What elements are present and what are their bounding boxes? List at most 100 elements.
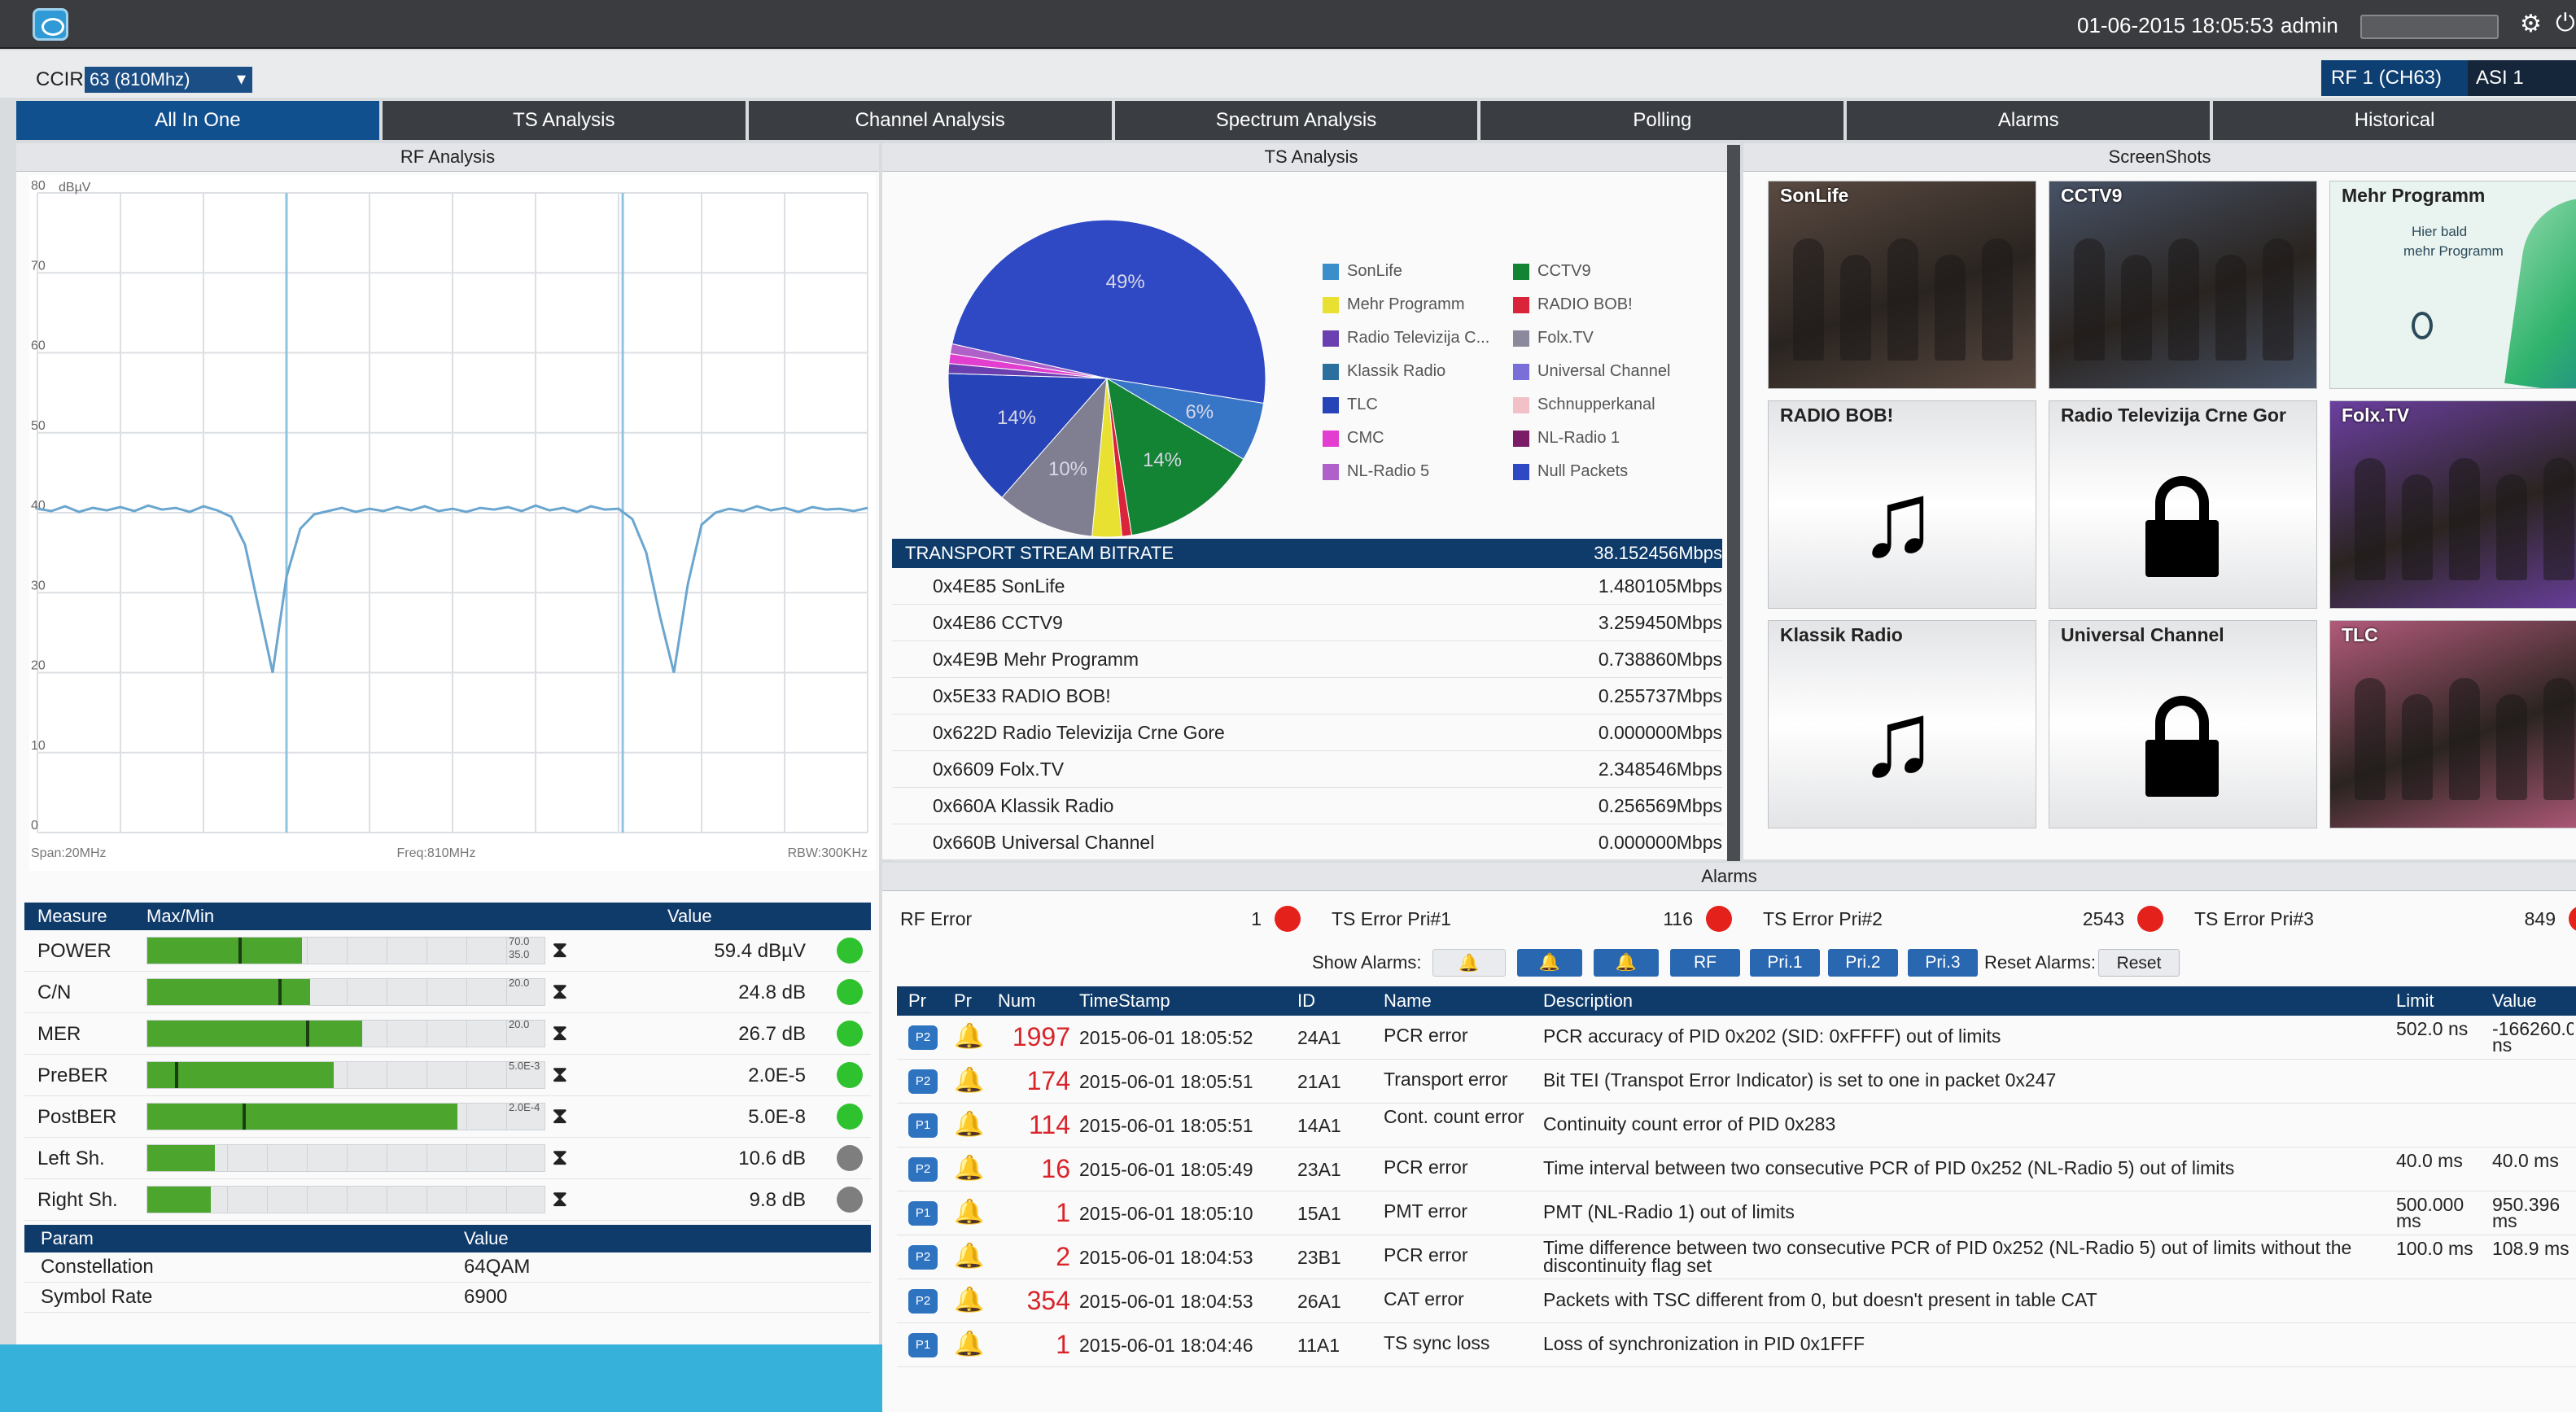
figure-shape <box>2543 458 2574 580</box>
alarm-name: PCR error <box>1384 1025 1468 1046</box>
alarm-summary-item[interactable]: TS Error Pri#1 116 <box>1327 900 1750 938</box>
screenshots-header: ScreenShots <box>1743 143 2576 172</box>
filter-all-bell-button[interactable]: 🔔 <box>1432 949 1506 977</box>
bitrate-row[interactable]: 0x4E86 CCTV9 3.259450Mbps <box>892 605 1722 641</box>
bar-segment <box>347 1187 348 1213</box>
alarm-row[interactable]: P1 🔔 1 2015-06-01 18:04:46 11A1 TS sync loss L… <box>897 1323 2576 1367</box>
hourglass-icon[interactable]: ⧗ <box>552 1186 568 1213</box>
alarm-row[interactable]: P2 🔔 16 2015-06-01 18:05:49 23A1 PCR error Tim… <box>897 1148 2576 1191</box>
measure-name: Right Sh. <box>37 1189 118 1211</box>
filter-pri2-button[interactable]: Pri.2 <box>1828 949 1898 977</box>
alarm-col-timestamp: TimeStamp <box>1079 990 1170 1011</box>
legend-item: Radio Televizija C... <box>1323 329 1489 348</box>
bitrate-row[interactable]: 0x5E33 RADIO BOB! 0.255737Mbps <box>892 678 1722 715</box>
tab-historical[interactable]: Historical <box>2213 101 2576 140</box>
ts-scrollbar[interactable] <box>1727 145 1740 861</box>
alarm-row[interactable]: P2 🔔 174 2015-06-01 18:05:51 21A1 Transport e… <box>897 1060 2576 1104</box>
screenshot-tile[interactable]: Folx.TV <box>2329 400 2576 609</box>
alarm-id: 24A1 <box>1297 1027 1341 1048</box>
bar-segment <box>347 979 348 1005</box>
filter-rf-button[interactable]: RF <box>1670 949 1740 977</box>
screenshot-tile[interactable]: TLC <box>2329 620 2576 828</box>
hourglass-icon[interactable]: ⧗ <box>552 1061 568 1088</box>
bar-segment <box>466 1145 467 1171</box>
status-led <box>837 938 863 964</box>
hourglass-icon[interactable]: ⧗ <box>552 978 568 1005</box>
bitrate-row[interactable]: 0x660A Klassik Radio 0.256569Mbps <box>892 788 1722 824</box>
y-unit-label: dBµV <box>59 181 91 195</box>
alarm-row[interactable]: P1 🔔 114 2015-06-01 18:05:51 14A1 Cont. count… <box>897 1104 2576 1148</box>
screenshot-tile[interactable]: Mehr Programm Hier bald mehr Programm <box>2329 181 2576 389</box>
bitrate-row[interactable]: 0x622D Radio Televizija Crne Gore 0.00000… <box>892 715 1722 751</box>
reset-alarms-button[interactable]: Reset <box>2098 949 2180 977</box>
service-name: 0x660B Universal Channel <box>933 832 1155 853</box>
bitrate-row[interactable]: 0x660B Universal Channel 0.000000Mbps <box>892 824 1722 861</box>
bitrate-table: TRANSPORT STREAM BITRATE 38.152456Mbps 0… <box>892 539 1722 861</box>
alarm-col-pr: Pr <box>908 990 926 1011</box>
username: admin <box>2281 13 2338 37</box>
app-logo-icon[interactable] <box>33 8 68 41</box>
tab-channel-analysis[interactable]: Channel Analysis <box>748 101 1112 140</box>
priority-badge: P1 <box>908 1113 938 1138</box>
filter-pri1-button[interactable]: Pri.1 <box>1750 949 1820 977</box>
alarm-name: PCR error <box>1384 1244 1468 1266</box>
ccir-channel-select[interactable]: 63 (810Mhz) ▾ <box>85 67 252 93</box>
alarm-col-limit: Limit <box>2396 990 2434 1011</box>
legend-label: SonLife <box>1347 262 1402 280</box>
level-bar-marker <box>306 1021 310 1047</box>
measure-row: POWER 70.0 35.0 ⧗ 59.4 dBµV <box>24 930 871 972</box>
level-bar-fill <box>147 938 303 964</box>
bar-segment <box>347 1062 348 1088</box>
tab-ts-analysis[interactable]: TS Analysis <box>382 101 746 140</box>
screenshot-tile[interactable]: Radio Televizija Crne Gor <box>2049 400 2317 609</box>
bar-segment <box>426 1145 427 1171</box>
screenshot-tile[interactable]: CCTV9 <box>2049 181 2317 389</box>
tab-alarms[interactable]: Alarms <box>1847 101 2211 140</box>
alarm-summary-item[interactable]: TS Error Pri#2 2543 <box>1758 900 2181 938</box>
screenshot-tile[interactable]: RADIO BOB! ♫ <box>1768 400 2036 609</box>
filter-pri3-button[interactable]: Pri.3 <box>1908 949 1978 977</box>
screenshot-tile[interactable]: SonLife <box>1768 181 2036 389</box>
alarm-row[interactable]: P2 🔔 1997 2015-06-01 18:05:52 24A1 PCR error P… <box>897 1016 2576 1060</box>
rf-input-button[interactable]: RF 1 (CH63) <box>2321 60 2468 96</box>
tab-polling[interactable]: Polling <box>1480 101 1844 140</box>
screenshot-tile[interactable]: Universal Channel <box>2049 620 2317 828</box>
service-name: 0x4E9B Mehr Programm <box>933 649 1139 670</box>
gear-icon[interactable]: ⚙ <box>2520 10 2542 38</box>
tab-all-in-one[interactable]: All In One <box>16 101 379 140</box>
bitrate-row[interactable]: 0x6609 Folx.TV 2.348546Mbps <box>892 751 1722 788</box>
alarm-row[interactable]: P2 🔔 2 2015-06-01 18:04:53 23B1 PCR error Time… <box>897 1235 2576 1279</box>
screenshot-tile[interactable]: Klassik Radio ♫ <box>1768 620 2036 828</box>
priority-badge: P2 <box>908 1289 938 1314</box>
hourglass-icon[interactable]: ⧗ <box>552 937 568 964</box>
asi-input-button[interactable]: ASI 1 <box>2468 60 2576 96</box>
tab-spectrum-analysis[interactable]: Spectrum Analysis <box>1114 101 1478 140</box>
figure-shape <box>1982 238 2013 361</box>
lock-shackle <box>2155 696 2209 746</box>
level-bar <box>147 1144 545 1172</box>
filter-yellow-bell-button[interactable]: 🔔 <box>1517 949 1582 977</box>
level-bar <box>147 1103 545 1130</box>
alarm-summary-count: 116 <box>1663 908 1693 929</box>
hourglass-icon[interactable]: ⧗ <box>552 1144 568 1171</box>
ts-analysis-header: TS Analysis <box>882 143 1740 172</box>
alarm-row[interactable]: P2 🔔 354 2015-06-01 18:04:53 26A1 CAT error Pa… <box>897 1279 2576 1323</box>
alarm-row[interactable]: P1 🔔 1 2015-06-01 18:05:10 15A1 PMT error PMT … <box>897 1191 2576 1235</box>
screenshot-grid: SonLife CCTV9 Mehr Programm Hier bald mehr P… <box>1768 181 2576 832</box>
bitrate-row[interactable]: 0x4E9B Mehr Programm 0.738860Mbps <box>892 641 1722 678</box>
bitrate-row[interactable]: 0x4E85 SonLife 1.480105Mbps <box>892 568 1722 605</box>
alarm-id: 26A1 <box>1297 1291 1341 1312</box>
power-icon[interactable]: ⏻ <box>2556 10 2575 37</box>
alarm-summary-item[interactable]: RF Error 1 <box>895 900 1319 938</box>
alarm-summary-item[interactable]: TS Error Pri#3 849 <box>2189 900 2576 938</box>
hourglass-icon[interactable]: ⧗ <box>552 1103 568 1130</box>
hourglass-icon[interactable]: ⧗ <box>552 1020 568 1047</box>
top-search-input[interactable] <box>2360 15 2499 39</box>
legend-swatch <box>1513 463 1529 480</box>
filter-red-bell-button[interactable]: 🔔 <box>1594 949 1659 977</box>
service-name: 0x4E85 SonLife <box>933 575 1065 597</box>
param-name: Symbol Rate <box>41 1286 153 1308</box>
screenshot-label: Folx.TV <box>2342 404 2410 426</box>
alarm-col-num: Num <box>998 990 1036 1011</box>
level-bar-marker <box>278 979 282 1005</box>
